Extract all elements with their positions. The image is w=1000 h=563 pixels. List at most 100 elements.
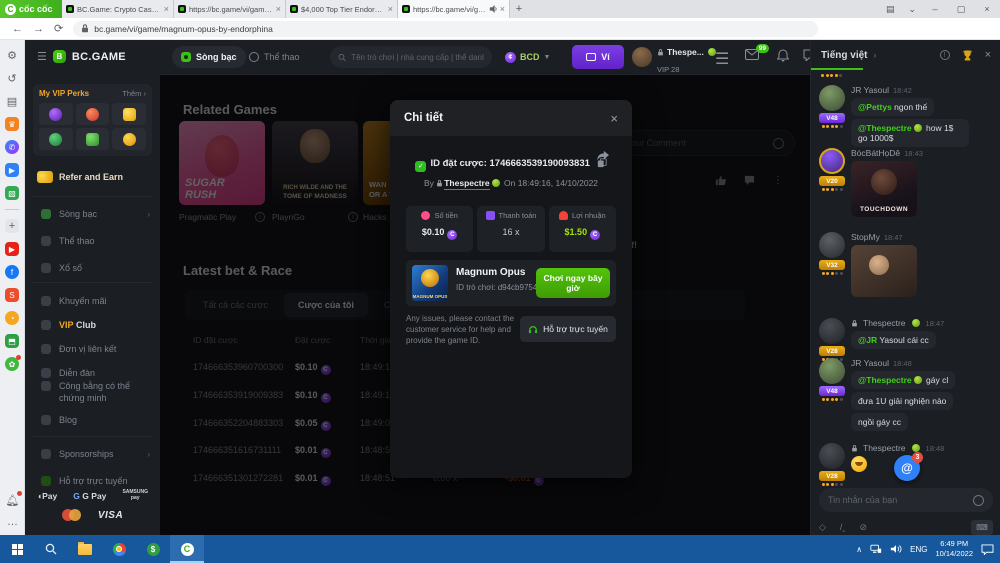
money-app-icon[interactable]: $	[136, 535, 170, 563]
window-maximize-button[interactable]: ▢	[948, 4, 974, 15]
browser-tab-4-active[interactable]: https://bc.game/vi/game ×	[398, 0, 510, 18]
shopee-icon[interactable]: S	[5, 288, 19, 302]
chat-username[interactable]: JR Yasoul	[851, 85, 889, 95]
window-minimize-button[interactable]: –	[922, 4, 948, 14]
chat-username[interactable]: Thespectre	[863, 318, 906, 328]
forward-button[interactable]: →	[33, 23, 44, 35]
wallet-button[interactable]: Ví	[572, 45, 624, 69]
volume-icon[interactable]	[890, 544, 902, 554]
history-icon[interactable]: ↺	[5, 71, 19, 85]
start-button[interactable]	[0, 535, 34, 563]
messenger-icon[interactable]: ✆	[5, 140, 19, 154]
back-button[interactable]: ←	[12, 23, 23, 35]
perk-chick-icon[interactable]	[112, 128, 146, 150]
perk-wheel-icon[interactable]	[76, 103, 110, 125]
video-feed-icon[interactable]: ▶	[5, 163, 19, 177]
rail-more-icon[interactable]: …	[6, 515, 20, 529]
sidebar-item-promotions[interactable]: Khuyến mãi	[25, 290, 160, 312]
search-input[interactable]	[351, 53, 484, 62]
play-now-button[interactable]: Chơi ngay bây giờ	[536, 268, 610, 298]
sidebar-item-sponsorships[interactable]: Sponsorships›	[25, 443, 160, 465]
user-chip[interactable]: Thespe... VIP 28	[657, 47, 718, 78]
mail-icon[interactable]: 99	[745, 49, 761, 65]
refer-and-earn-button[interactable]: Refer and Earn	[33, 164, 152, 190]
sidebar-item-casino[interactable]: Sòng bạc›	[25, 203, 160, 225]
browser-tab-1[interactable]: BC.Game: Crypto Casino Gan ×	[62, 0, 174, 18]
chat-username[interactable]: Thespectre	[863, 443, 906, 453]
tab-audio-icon[interactable]	[489, 5, 497, 13]
perk-money-icon[interactable]	[76, 128, 110, 150]
newsfeed-icon[interactable]: ▤	[5, 94, 19, 108]
sidebar-item-affiliate[interactable]: Đơn vị liên kết	[25, 338, 160, 360]
bettor-name[interactable]: Thespectre	[444, 178, 489, 190]
chat-input-box[interactable]	[819, 488, 993, 512]
promo-leaf-icon[interactable]: ✿	[5, 357, 19, 371]
chat-username[interactable]: BócBátHọDê	[851, 148, 900, 158]
browser-tab-2[interactable]: https://bc.game/vi/game/th ×	[174, 0, 286, 18]
chat-rules-icon[interactable]: !	[940, 50, 950, 60]
perk-star-icon[interactable]	[112, 103, 146, 125]
crown-vip-icon[interactable]: ♛	[5, 117, 19, 131]
chat-message-input[interactable]	[828, 495, 958, 505]
emoji-smiley-icon[interactable]	[973, 495, 984, 506]
chat-close-icon[interactable]: ×	[985, 49, 991, 61]
dice-bet-icon[interactable]: ◇	[819, 522, 826, 533]
chat-image-gif[interactable]	[851, 245, 917, 297]
block-icon[interactable]: ⊘	[859, 522, 867, 533]
avatar[interactable]	[819, 318, 845, 344]
coccoc-brand-button[interactable]: C cốc cốc	[0, 0, 62, 18]
bcgame-logo-text[interactable]: BC.GAME	[72, 51, 126, 63]
show-hidden-icons-chevron[interactable]: ∧	[856, 545, 862, 554]
youtube-icon[interactable]: ▶	[5, 242, 19, 256]
chevron-right-icon[interactable]: ›	[874, 51, 877, 60]
browser-tab-3[interactable]: $4,000 Top Tier Endorphina ×	[286, 0, 398, 18]
deals-clock-icon[interactable]: ◔	[5, 311, 19, 325]
sidebar-item-blog[interactable]: Blog	[25, 409, 160, 431]
game-search-box[interactable]	[330, 46, 492, 68]
facebook-icon[interactable]: f	[5, 265, 19, 279]
vip-perks-more-link[interactable]: Thêm ›	[122, 89, 146, 98]
copy-icon[interactable]	[597, 158, 607, 168]
reading-list-icon[interactable]: ▤	[886, 4, 895, 15]
sidebar-collapse-icon[interactable]: ☰	[37, 50, 47, 63]
avatar[interactable]	[819, 358, 845, 384]
live-support-button[interactable]: Hỗ trợ trực tuyến	[520, 316, 616, 342]
language-indicator[interactable]: ENG	[910, 545, 927, 554]
transactions-list-icon[interactable]: ☰	[715, 49, 731, 65]
send-message-button[interactable]: ⌨	[971, 520, 993, 535]
modal-close-icon[interactable]: ×	[610, 111, 618, 126]
sidebar-item-provably-fair[interactable]: Công bằng có thể chứng minh	[25, 379, 160, 411]
settings-gear-icon[interactable]: ⚙	[5, 48, 19, 62]
file-explorer-icon[interactable]	[68, 535, 102, 563]
chat-image-touchdown[interactable]: TOUCHDOWN	[851, 161, 917, 217]
tab-close-icon[interactable]: ×	[500, 4, 505, 14]
taskbar-search-icon[interactable]	[34, 535, 68, 563]
tab-close-icon[interactable]: ×	[276, 4, 281, 14]
reload-button[interactable]: ⟳	[54, 22, 63, 35]
tab-close-icon[interactable]: ×	[164, 4, 169, 14]
sidebar-item-lottery[interactable]: Xổ số	[25, 257, 160, 279]
taskbar-clock[interactable]: 6:49 PM10/14/2022	[935, 539, 973, 559]
nav-casino-button[interactable]: Sòng bạc	[172, 46, 246, 68]
chrome-icon[interactable]	[102, 535, 136, 563]
magnum-opus-thumbnail[interactable]: MAGNUM OPUS	[412, 265, 448, 301]
trophy-icon[interactable]	[962, 50, 973, 61]
action-center-icon[interactable]	[981, 544, 994, 555]
notifications-bell-icon[interactable]: 🔔︎	[6, 493, 20, 507]
gift-icon[interactable]: ⬒	[5, 334, 19, 348]
avatar[interactable]	[819, 148, 845, 174]
tab-close-icon[interactable]: ×	[388, 4, 393, 14]
coccoc-taskbar-icon[interactable]: C	[170, 535, 204, 563]
user-avatar[interactable]	[632, 47, 652, 67]
slash-command-icon[interactable]: /‸	[840, 522, 846, 533]
avatar[interactable]	[819, 85, 845, 111]
chat-username[interactable]: JR Yasoul	[851, 358, 889, 368]
nav-sports-button[interactable]: Thể thao	[240, 46, 309, 68]
perk-bottle-icon[interactable]	[39, 128, 73, 150]
window-close-button[interactable]: ×	[974, 4, 1000, 14]
currency-selector[interactable]: ¢ BCD ▼	[505, 46, 550, 68]
url-bar[interactable]: bc.game/vi/game/magnum-opus-by-endorphin…	[73, 21, 818, 37]
new-tab-button[interactable]: +	[510, 0, 528, 18]
add-shortcut-icon[interactable]: +	[5, 219, 19, 233]
perk-gem-icon[interactable]	[39, 103, 73, 125]
